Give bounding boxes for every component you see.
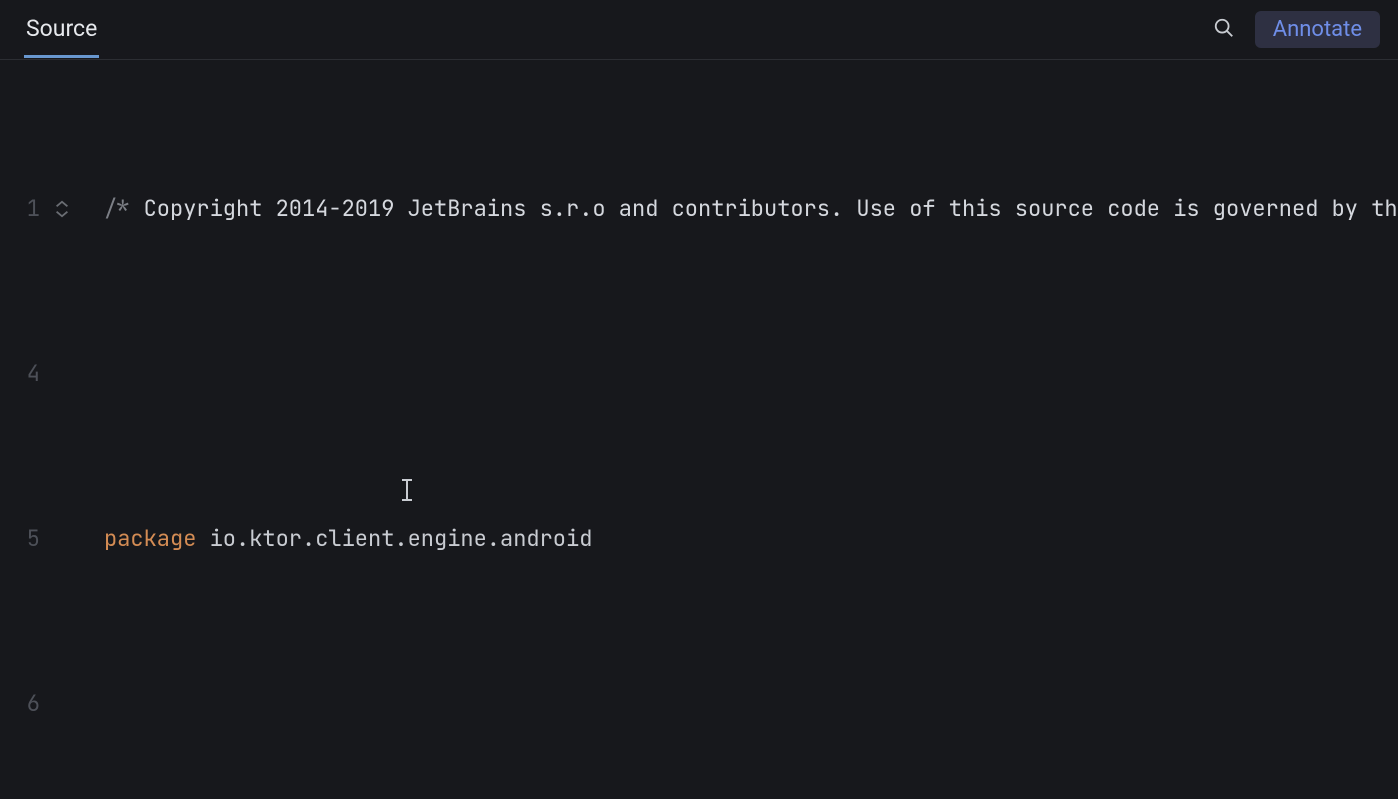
- code-line: 1 /* Copyright 2014-2019 JetBrains s.r.o…: [0, 192, 1398, 225]
- search-button[interactable]: [1207, 13, 1241, 47]
- line-number: 1: [0, 192, 46, 225]
- code-line: 4: [0, 357, 1398, 390]
- code-line: 6: [0, 687, 1398, 720]
- line-number: 6: [0, 687, 46, 720]
- gutter-marks: [46, 192, 104, 225]
- line-number: 5: [0, 522, 46, 555]
- comment-start: /*: [104, 194, 130, 223]
- fold-toggle-icon[interactable]: [52, 199, 72, 219]
- code-editor[interactable]: 1 /* Copyright 2014-2019 JetBrains s.r.o…: [0, 60, 1398, 799]
- annotate-button[interactable]: Annotate: [1255, 11, 1380, 48]
- source-tab[interactable]: Source: [24, 3, 99, 56]
- topbar: Source Annotate: [0, 0, 1398, 60]
- comment-text: Copyright 2014-2019 JetBrains s.r.o and …: [130, 194, 1398, 223]
- code-line: 5 package io.ktor.client.engine.android: [0, 522, 1398, 555]
- line-number: 4: [0, 357, 46, 390]
- text-cursor-icon: [399, 412, 415, 436]
- package-path: io.ktor.client.engine.android: [196, 524, 592, 553]
- keyword: package: [104, 524, 196, 553]
- search-icon: [1213, 17, 1235, 43]
